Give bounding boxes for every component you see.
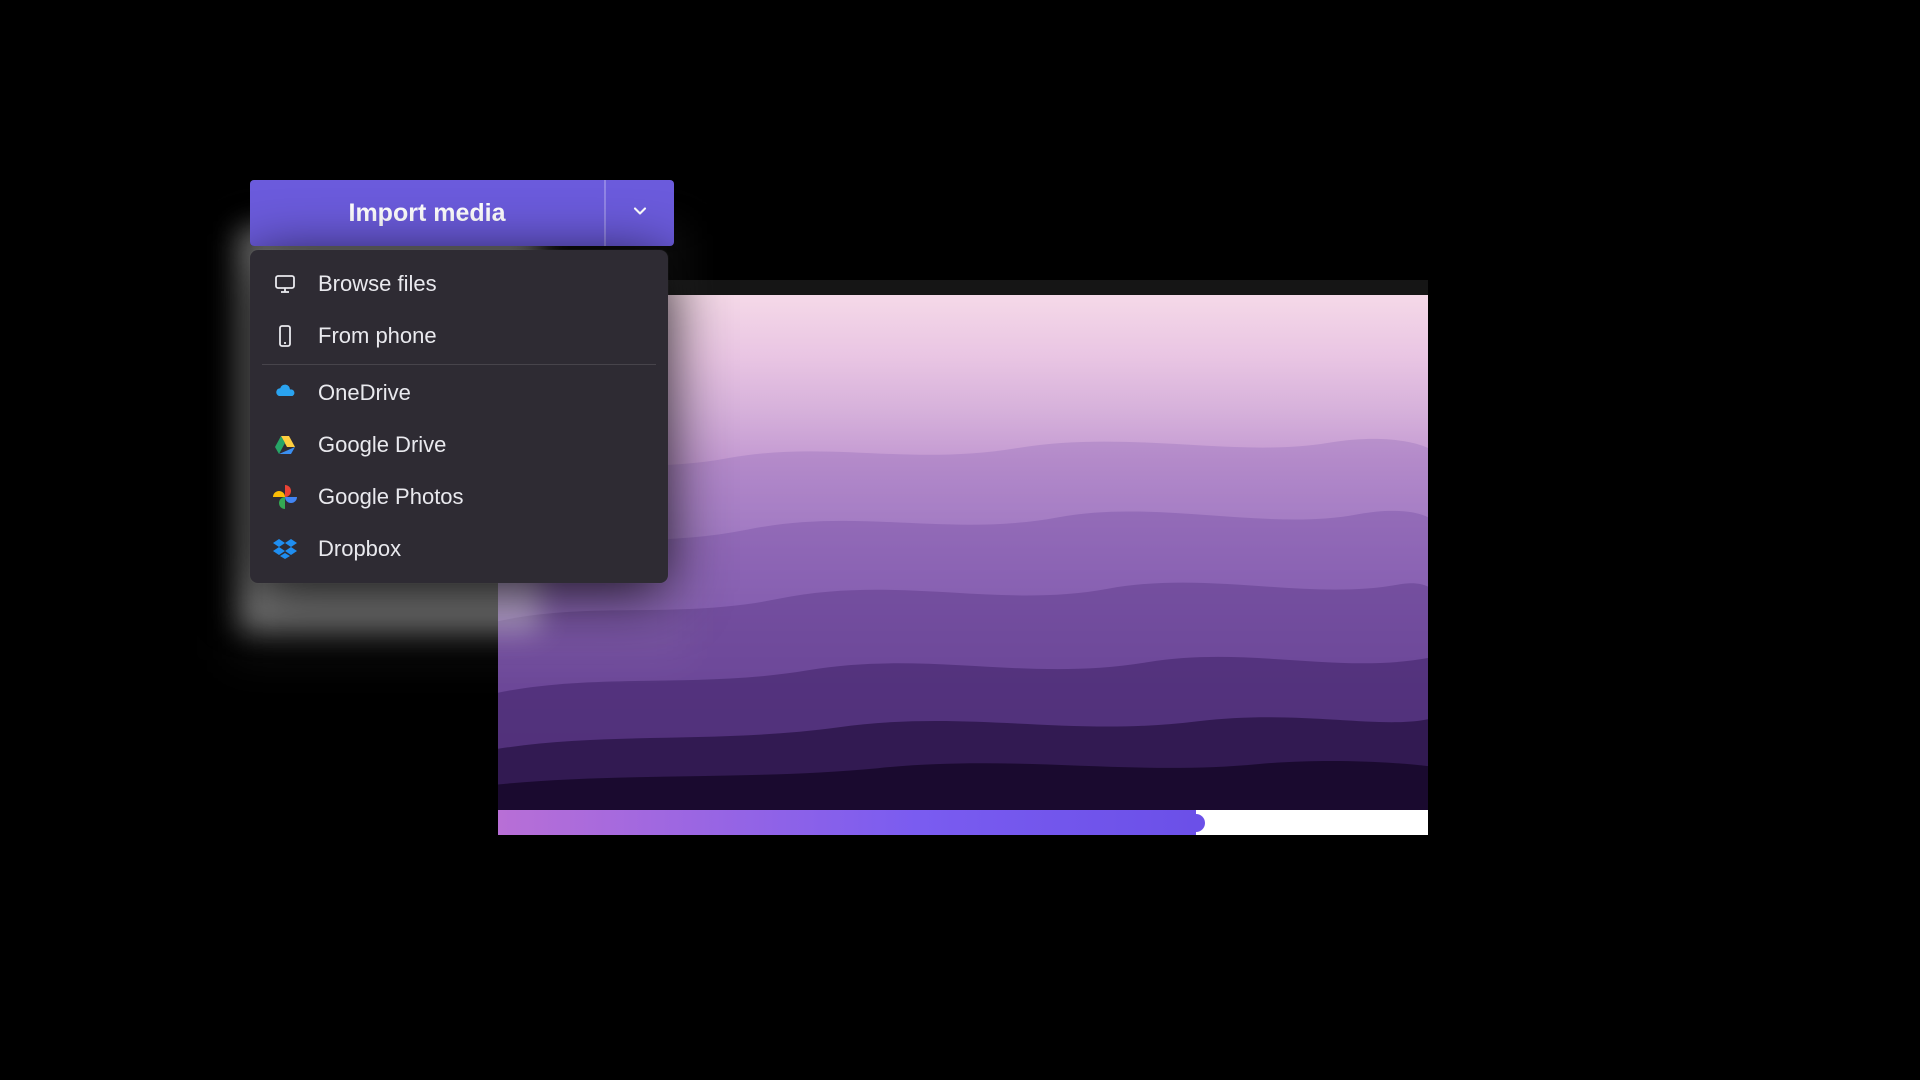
timeline-progress-fill — [498, 810, 1196, 835]
menu-item-label: Browse files — [318, 271, 437, 297]
google-drive-icon — [272, 432, 298, 458]
menu-item-google-drive[interactable]: Google Drive — [250, 419, 668, 471]
import-media-button[interactable]: Import media — [250, 180, 604, 246]
import-media-label: Import media — [349, 199, 506, 228]
menu-item-label: Dropbox — [318, 536, 401, 562]
menu-item-google-photos[interactable]: Google Photos — [250, 471, 668, 523]
menu-item-label: Google Drive — [318, 432, 446, 458]
menu-item-dropbox[interactable]: Dropbox — [250, 523, 668, 575]
menu-separator — [262, 364, 656, 365]
menu-item-browse-files[interactable]: Browse files — [250, 258, 668, 310]
import-source-menu: Browse files From phone OneDrive Goo — [250, 250, 668, 583]
timeline-playhead[interactable] — [1187, 814, 1205, 832]
import-media-split-button: Import media — [250, 180, 674, 246]
menu-item-label: OneDrive — [318, 380, 411, 406]
monitor-icon — [272, 271, 298, 297]
onedrive-icon — [272, 380, 298, 406]
menu-item-label: Google Photos — [318, 484, 464, 510]
menu-item-from-phone[interactable]: From phone — [250, 310, 668, 362]
menu-item-label: From phone — [318, 323, 437, 349]
import-media-dropdown-toggle[interactable] — [604, 180, 674, 246]
menu-item-onedrive[interactable]: OneDrive — [250, 367, 668, 419]
chevron-down-icon — [630, 201, 650, 226]
google-photos-icon — [272, 484, 298, 510]
phone-icon — [272, 323, 298, 349]
timeline-track[interactable] — [498, 810, 1428, 835]
dropbox-icon — [272, 536, 298, 562]
